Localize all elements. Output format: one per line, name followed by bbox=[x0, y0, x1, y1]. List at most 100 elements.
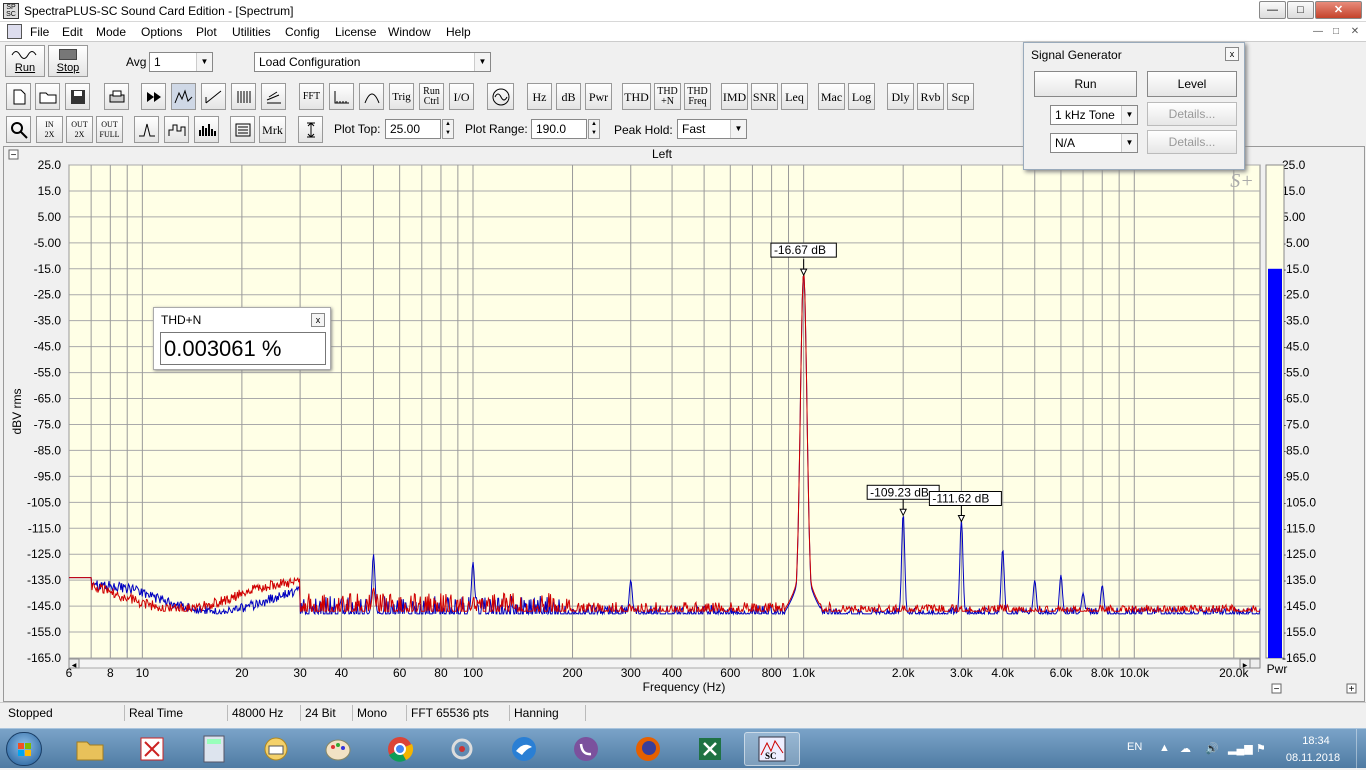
avg-select[interactable]: 1 ▼ bbox=[149, 52, 213, 72]
imd-button[interactable]: IMD bbox=[721, 83, 748, 110]
menu-utilities[interactable]: Utilities bbox=[232, 25, 271, 39]
taskbar-app-bird[interactable] bbox=[496, 732, 552, 766]
taskbar-app-red[interactable] bbox=[124, 732, 180, 766]
rvb-button[interactable]: Rvb bbox=[917, 83, 944, 110]
plot-range-spinner[interactable]: ▲ ▼ bbox=[588, 119, 600, 139]
menu-edit[interactable]: Edit bbox=[62, 25, 83, 39]
line-plot-button[interactable] bbox=[134, 116, 159, 143]
taskbar-firefox[interactable] bbox=[620, 732, 676, 766]
taskbar-viber[interactable] bbox=[558, 732, 614, 766]
spectrum-plot[interactable]: − Left 25.0 25.0 15.0 15.0 5.00 5.00 -5.00 -5.00 -… bbox=[4, 147, 1364, 701]
mdi-minimize-button[interactable]: — bbox=[1310, 25, 1326, 39]
plot-top-input[interactable]: 25.00 bbox=[385, 119, 441, 139]
document-icon[interactable] bbox=[7, 24, 22, 39]
tray-flag-icon[interactable]: ⚑ bbox=[1256, 742, 1266, 755]
taskbar-excel[interactable] bbox=[682, 732, 738, 766]
menu-file[interactable]: File bbox=[30, 25, 49, 39]
signal-generator-close-button[interactable]: x bbox=[1225, 47, 1239, 61]
vertical-scale-button[interactable] bbox=[298, 116, 323, 143]
x-scrollbar[interactable] bbox=[68, 658, 1261, 669]
leq-button[interactable]: Leq bbox=[781, 83, 808, 110]
generator-run-button[interactable]: Run bbox=[1034, 71, 1137, 97]
menu-help[interactable]: Help bbox=[446, 25, 471, 39]
fast-forward-button[interactable] bbox=[141, 83, 166, 110]
show-desktop-button[interactable] bbox=[1356, 729, 1366, 769]
taskbar-spectraplus[interactable]: SC bbox=[744, 732, 800, 766]
mdi-restore-button[interactable]: □ bbox=[1328, 25, 1344, 39]
bar-plot-button[interactable] bbox=[194, 116, 219, 143]
plot-range-input[interactable]: 190.0 bbox=[531, 119, 587, 139]
generator-details-button-2[interactable]: Details... bbox=[1147, 130, 1237, 154]
menu-mode[interactable]: Mode bbox=[96, 25, 126, 39]
maximize-button[interactable]: □ bbox=[1287, 1, 1314, 19]
new-file-button[interactable] bbox=[6, 83, 31, 110]
zoom-button[interactable] bbox=[6, 116, 31, 143]
step-plot-button[interactable] bbox=[164, 116, 189, 143]
menu-license[interactable]: License bbox=[335, 25, 376, 39]
trigger-button[interactable]: Trig bbox=[389, 83, 414, 110]
print-button[interactable] bbox=[104, 83, 129, 110]
dly-button[interactable]: Dly bbox=[887, 83, 914, 110]
minimize-button[interactable]: — bbox=[1259, 1, 1286, 19]
pwr-button[interactable]: Pwr bbox=[585, 83, 612, 110]
thd-button[interactable]: THD bbox=[622, 83, 651, 110]
snr-button[interactable]: SNR bbox=[751, 83, 778, 110]
menu-window[interactable]: Window bbox=[388, 25, 431, 39]
3d-surface-button[interactable] bbox=[261, 83, 286, 110]
db-button[interactable]: dB bbox=[556, 83, 581, 110]
tray-volume-icon[interactable]: 🔊 bbox=[1205, 742, 1219, 755]
run-button[interactable]: Run bbox=[5, 45, 45, 77]
scp-button[interactable]: Scp bbox=[947, 83, 974, 110]
mac-button[interactable]: Mac bbox=[818, 83, 845, 110]
thdn-window[interactable]: THD+N x 0.003061 % bbox=[153, 307, 331, 370]
close-button[interactable]: ✕ bbox=[1315, 1, 1362, 19]
tray-cloud-icon[interactable]: ☁ bbox=[1180, 742, 1191, 755]
hz-button[interactable]: Hz bbox=[527, 83, 552, 110]
tray-language[interactable]: EN bbox=[1127, 741, 1142, 753]
fft-button[interactable]: FFT bbox=[299, 83, 324, 110]
generator-level-button[interactable]: Level bbox=[1147, 71, 1237, 97]
taskbar-calculator[interactable] bbox=[186, 732, 242, 766]
tray-chevron-up-icon[interactable]: ▲ bbox=[1159, 742, 1170, 754]
log-button[interactable]: Log bbox=[848, 83, 875, 110]
mdi-close-button[interactable]: ✕ bbox=[1347, 25, 1363, 39]
thdn-button[interactable]: THD +N bbox=[654, 83, 681, 110]
zoom-out-2x-button[interactable]: OUT 2X bbox=[66, 116, 93, 143]
io-button[interactable]: I/O bbox=[449, 83, 474, 110]
tray-time[interactable]: 18:34 bbox=[1296, 735, 1336, 747]
waveform-select[interactable]: 1 kHz Tone ▼ bbox=[1050, 105, 1138, 125]
marker-button[interactable]: Mrk bbox=[259, 116, 286, 143]
run-control-button[interactable]: Run Ctrl bbox=[419, 83, 444, 110]
open-file-button[interactable] bbox=[35, 83, 60, 110]
channel-select[interactable]: N/A ▼ bbox=[1050, 133, 1138, 153]
peak-hold-select[interactable]: Fast ▼ bbox=[677, 119, 747, 139]
thdn-close-button[interactable]: x bbox=[311, 313, 325, 327]
taskbar-paint[interactable] bbox=[310, 732, 366, 766]
menu-plot[interactable]: Plot bbox=[196, 25, 217, 39]
taskbar-app-gear[interactable] bbox=[434, 732, 490, 766]
spectrum-mode-button[interactable] bbox=[171, 83, 196, 110]
generator-details-button-1[interactable]: Details... bbox=[1147, 102, 1237, 126]
save-button[interactable] bbox=[65, 83, 90, 110]
app-logo-icon[interactable]: SP SC bbox=[3, 3, 19, 19]
triangle-button[interactable] bbox=[359, 83, 384, 110]
stop-button[interactable]: Stop bbox=[48, 45, 88, 77]
menu-options[interactable]: Options bbox=[141, 25, 182, 39]
zoom-in-2x-button[interactable]: IN 2X bbox=[36, 116, 63, 143]
thd-freq-button[interactable]: THD Freq bbox=[684, 83, 711, 110]
list-button[interactable] bbox=[230, 116, 255, 143]
taskbar-mail[interactable] bbox=[248, 732, 304, 766]
tray-date[interactable]: 08.11.2018 bbox=[1283, 752, 1343, 764]
plot-top-spinner[interactable]: ▲ ▼ bbox=[442, 119, 454, 139]
time-series-button[interactable] bbox=[201, 83, 226, 110]
taskbar-chrome[interactable] bbox=[372, 732, 428, 766]
generator-button[interactable] bbox=[487, 83, 514, 110]
taskbar-explorer[interactable] bbox=[62, 732, 118, 766]
config-select[interactable]: Load Configuration ▼ bbox=[254, 52, 491, 72]
start-button[interactable] bbox=[6, 732, 42, 766]
spectrogram-button[interactable] bbox=[231, 83, 256, 110]
scroll-end-button[interactable] bbox=[1249, 658, 1261, 669]
menu-config[interactable]: Config bbox=[285, 25, 320, 39]
scale-button[interactable] bbox=[329, 83, 354, 110]
zoom-out-full-button[interactable]: OUT FULL bbox=[96, 116, 123, 143]
